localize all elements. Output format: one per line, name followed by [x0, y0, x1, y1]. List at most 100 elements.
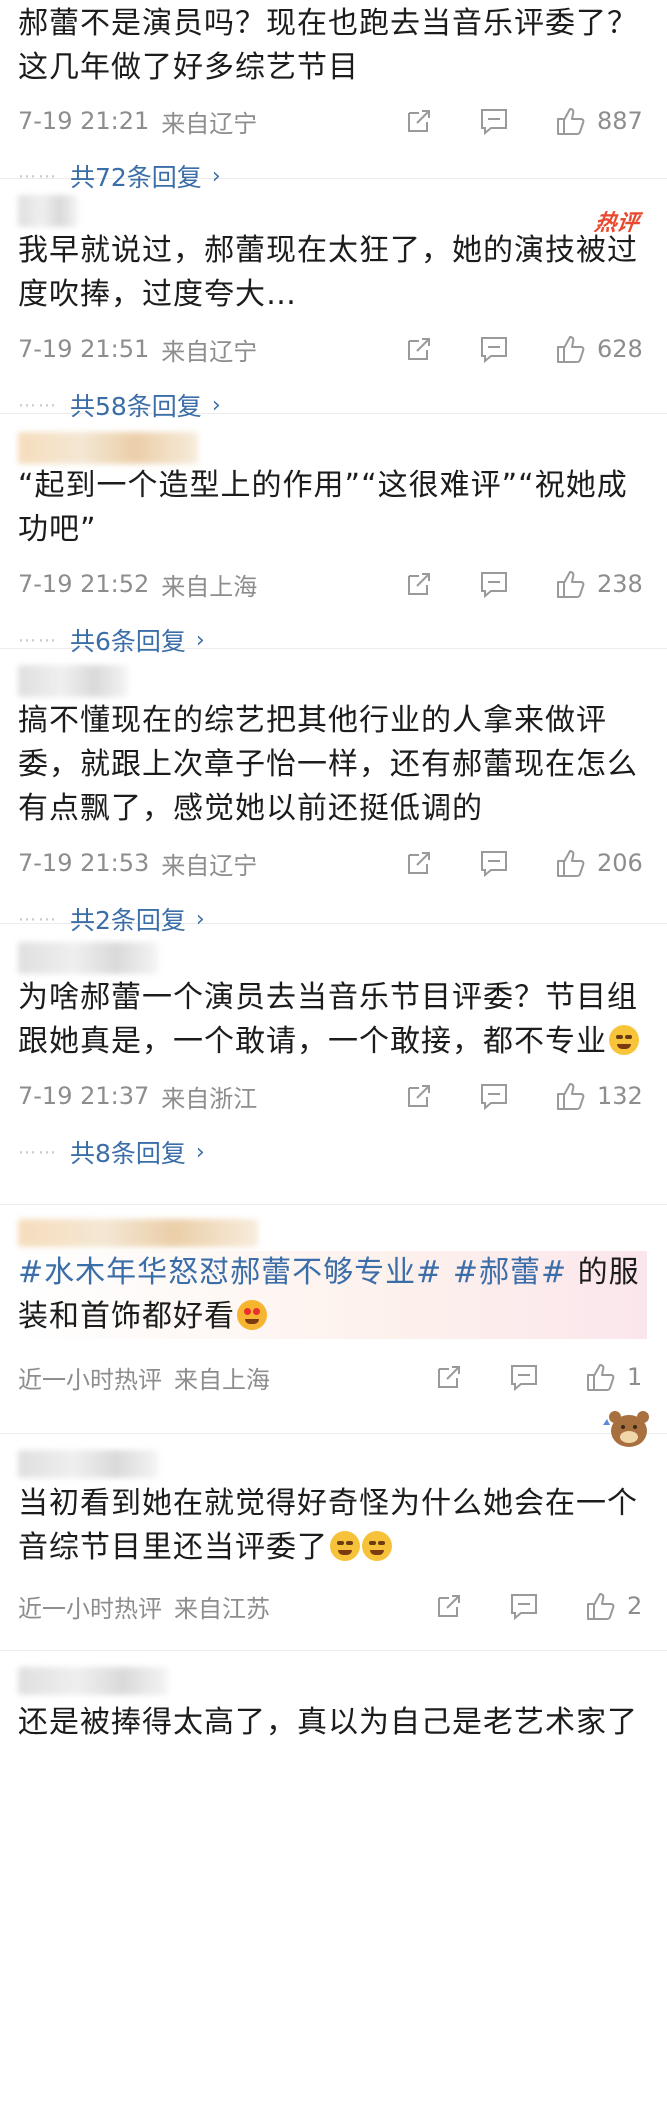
comment-time: 7-19 21:51	[18, 335, 150, 363]
comment-item: 还是被捧得太高了，真以为自己是老艺术家了	[0, 1667, 667, 1847]
comment-item: 郝蕾不是演员吗？现在也跑去当音乐评委了？这几年做了好多综艺节目 7-19 21:…	[0, 0, 667, 192]
heart-eyes-emoji-icon	[237, 1300, 267, 1330]
hot-comment-badge: 热评	[592, 211, 641, 236]
like-count: 887	[597, 107, 643, 135]
comment-text-body: 为啥郝蕾一个演员去当音乐节目评委？节目组跟她真是，一个敢请，一个敢接，都不专业	[18, 980, 638, 1059]
comment-text-body: 当初看到她在就觉得好奇怪为什么她会在一个音综节目里还当评委了	[18, 1486, 638, 1565]
avatar[interactable]	[18, 432, 198, 464]
reply-count: 共6条回复	[70, 627, 186, 656]
comment-location: 来自上海	[174, 1365, 270, 1394]
view-replies-link[interactable]: 共6条回复 ›	[70, 622, 205, 658]
share-icon[interactable]	[405, 570, 433, 598]
comment-item: 当初看到她在就觉得好奇怪为什么她会在一个音综节目里还当评委了 近一小时热评 来自…	[0, 1450, 667, 1651]
like-count: 238	[597, 570, 643, 598]
share-icon[interactable]	[405, 107, 433, 135]
like-count: 132	[597, 1082, 643, 1110]
like-button[interactable]: 238	[555, 569, 647, 599]
avatar[interactable]	[18, 665, 128, 697]
comment-item: 热评 我早就说过，郝蕾现在太狂了，她的演技被过度吹捧，过度夸大… 7-19 21…	[0, 195, 667, 421]
comment-time: 7-19 21:53	[18, 849, 150, 877]
like-button[interactable]: 132	[555, 1081, 647, 1111]
comment-text: 我早就说过，郝蕾现在太狂了，她的演技被过度吹捧，过度夸大…	[18, 233, 638, 312]
like-button[interactable]: 206	[555, 848, 647, 878]
like-button[interactable]: 1	[585, 1362, 647, 1392]
view-replies-link[interactable]: 共58条回复 ›	[70, 387, 221, 423]
avatar[interactable]	[18, 942, 158, 974]
reply-count: 共2条回复	[70, 906, 186, 935]
comment-item: 为啥郝蕾一个演员去当音乐节目评委？节目组跟她真是，一个敢请，一个敢接，都不专业 …	[0, 942, 667, 1205]
share-icon[interactable]	[435, 1592, 463, 1620]
comment-icon[interactable]	[509, 1363, 539, 1391]
reply-row: ⋯⋯ 共8条回复 ›	[18, 1124, 647, 1188]
comment-text: 郝蕾不是演员吗？现在也跑去当音乐评委了？这几年做了好多综艺节目	[18, 6, 638, 85]
comment-item: “起到一个造型上的作用”“这很难评”“祝她成功吧” 7-19 21:52 来自上…	[0, 432, 667, 656]
comment-text: 当初看到她在就觉得好奇怪为什么她会在一个音综节目里还当评委了	[18, 1482, 647, 1570]
view-replies-link[interactable]: 共8条回复 ›	[70, 1134, 205, 1170]
avatar[interactable]	[18, 1450, 158, 1478]
thumbs-up-icon	[557, 571, 585, 598]
avatar[interactable]	[18, 1219, 258, 1247]
comment-location: 来自辽宁	[161, 337, 258, 366]
reply-dots: ⋯⋯	[18, 165, 58, 187]
comment-text: “起到一个造型上的作用”“这很难评”“祝她成功吧”	[18, 468, 628, 547]
chevron-right-icon: ›	[195, 627, 205, 653]
like-button[interactable]: 2	[585, 1591, 647, 1621]
share-icon[interactable]	[405, 1082, 433, 1110]
comment-meta: 7-19 21:37 来自浙江 132	[18, 1064, 647, 1128]
thumbs-up-icon	[557, 336, 585, 363]
hashtag-link[interactable]: #水木年华怒怼郝蕾不够专业#	[18, 1255, 442, 1290]
thumbs-up-icon	[587, 1593, 615, 1620]
comment-feed: 郝蕾不是演员吗？现在也跑去当音乐评委了？这几年做了好多综艺节目 7-19 21:…	[0, 0, 667, 1847]
view-replies-link[interactable]: 共72条回复 ›	[70, 158, 221, 194]
share-icon[interactable]	[405, 849, 433, 877]
comment-item: #水木年华怒怼郝蕾不够专业# #郝蕾# 的服装和首饰都好看 近一小时热评 来自上…	[0, 1219, 667, 1447]
bear-sticker-icon	[603, 1411, 649, 1447]
share-icon[interactable]	[435, 1363, 463, 1391]
hashtag-link[interactable]: #郝蕾#	[453, 1255, 567, 1290]
comment-text: #水木年华怒怼郝蕾不够专业# #郝蕾# 的服装和首饰都好看	[18, 1251, 647, 1339]
comment-actions: 2	[435, 1591, 647, 1621]
comment-location: 来自辽宁	[161, 109, 258, 138]
comment-actions: 887	[405, 106, 647, 136]
comment-text: 还是被捧得太高了，真以为自己是老艺术家了	[18, 1705, 638, 1740]
comment-time: 7-19 21:52	[18, 570, 150, 598]
chevron-right-icon: ›	[195, 906, 205, 932]
comment-icon[interactable]	[479, 570, 509, 598]
comment-meta: 近一小时热评 来自上海 1	[18, 1339, 647, 1415]
share-icon[interactable]	[405, 335, 433, 363]
comment-icon[interactable]	[479, 849, 509, 877]
reply-dots: ⋯⋯	[18, 394, 58, 416]
comment-time: 7-19 21:37	[18, 1082, 150, 1110]
like-count: 2	[627, 1592, 643, 1620]
sleepy-emoji-icon	[609, 1025, 639, 1055]
comment-meta: 7-19 21:51 来自辽宁 628	[18, 317, 647, 381]
comment-icon[interactable]	[479, 335, 509, 363]
reply-dots: ⋯⋯	[18, 629, 58, 651]
comment-location: 来自浙江	[161, 1084, 258, 1113]
comment-actions: 238	[405, 569, 647, 599]
thumbs-up-icon	[557, 108, 585, 135]
reply-count: 共8条回复	[70, 1139, 186, 1168]
comment-text: 为啥郝蕾一个演员去当音乐节目评委？节目组跟她真是，一个敢请，一个敢接，都不专业	[18, 976, 647, 1064]
reply-count: 共72条回复	[70, 163, 202, 192]
like-count: 206	[597, 849, 643, 877]
comment-actions: 1	[435, 1362, 647, 1392]
view-replies-link[interactable]: 共2条回复 ›	[70, 901, 205, 937]
comment-icon[interactable]	[509, 1592, 539, 1620]
thumbs-up-icon	[557, 1083, 585, 1110]
comment-meta: 7-19 21:53 来自辽宁 206	[18, 831, 647, 895]
grin-emoji-icon	[362, 1531, 392, 1561]
avatar[interactable]	[18, 1667, 168, 1695]
comment-location: 来自辽宁	[161, 851, 258, 880]
comment-icon[interactable]	[479, 1082, 509, 1110]
avatar[interactable]	[18, 195, 78, 227]
reply-dots: ⋯⋯	[18, 1141, 58, 1163]
reply-count: 共58条回复	[70, 392, 202, 421]
comment-location: 来自上海	[161, 572, 258, 601]
like-count: 1	[627, 1363, 643, 1391]
like-button[interactable]: 887	[555, 106, 647, 136]
comment-icon[interactable]	[479, 107, 509, 135]
comment-meta: 近一小时热评 来自江苏 2	[18, 1570, 647, 1642]
chevron-right-icon: ›	[211, 392, 221, 418]
like-button[interactable]: 628	[555, 334, 647, 364]
